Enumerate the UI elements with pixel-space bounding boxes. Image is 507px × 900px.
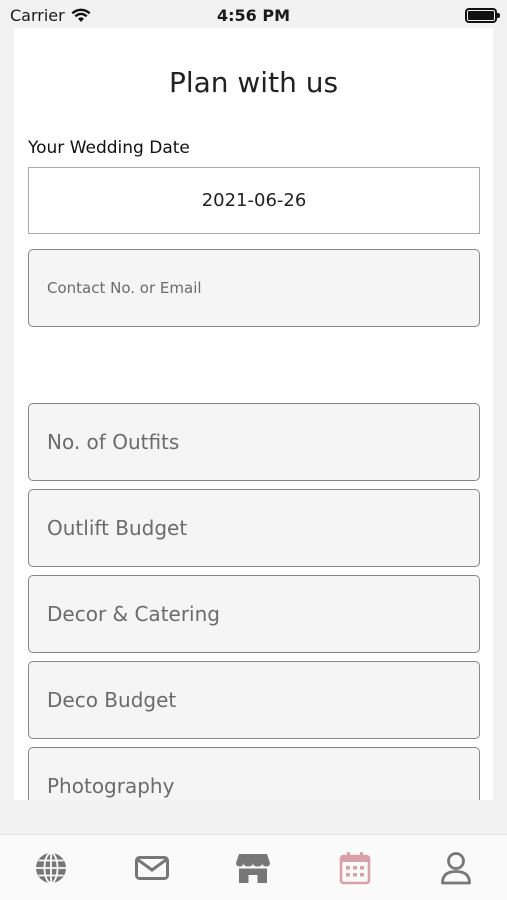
contact-field[interactable] [28, 249, 480, 327]
photography-input[interactable] [47, 774, 479, 798]
decor-catering-field[interactable] [28, 575, 480, 653]
carrier-label: Carrier [10, 5, 65, 25]
page-title: Plan with us [168, 66, 339, 99]
status-bar: Carrier 4:56 PM [0, 0, 507, 30]
outfit-budget-input[interactable] [47, 516, 479, 540]
wedding-date-label: Your Wedding Date [28, 138, 190, 158]
outfits-input[interactable] [47, 430, 479, 454]
tab-bar [0, 834, 507, 900]
user-icon [441, 851, 472, 884]
wedding-date-field[interactable]: 2021-06-26 [28, 167, 480, 234]
contact-input[interactable] [47, 279, 479, 297]
wifi-icon [71, 8, 91, 22]
deco-budget-input[interactable] [47, 688, 479, 712]
carrier-group: Carrier [10, 6, 91, 25]
battery-icon [465, 7, 500, 23]
outfit-budget-field[interactable] [28, 489, 480, 567]
wedding-date-value: 2021-06-26 [201, 190, 307, 211]
calendar-icon [339, 851, 371, 884]
tab-store[interactable] [223, 843, 283, 893]
globe-icon [35, 851, 66, 884]
photography-field[interactable] [28, 747, 480, 800]
tab-mail[interactable] [122, 843, 182, 893]
plan-form-card: Plan with us Your Wedding Date 2021-06-2… [14, 28, 493, 800]
deco-budget-field[interactable] [28, 661, 480, 739]
decor-catering-input[interactable] [47, 602, 479, 626]
tab-profile[interactable] [426, 843, 486, 893]
tab-globe[interactable] [21, 843, 81, 893]
mail-icon [135, 855, 170, 880]
outfits-field[interactable] [28, 403, 480, 481]
tab-calendar[interactable] [325, 843, 385, 893]
store-icon [236, 853, 271, 883]
